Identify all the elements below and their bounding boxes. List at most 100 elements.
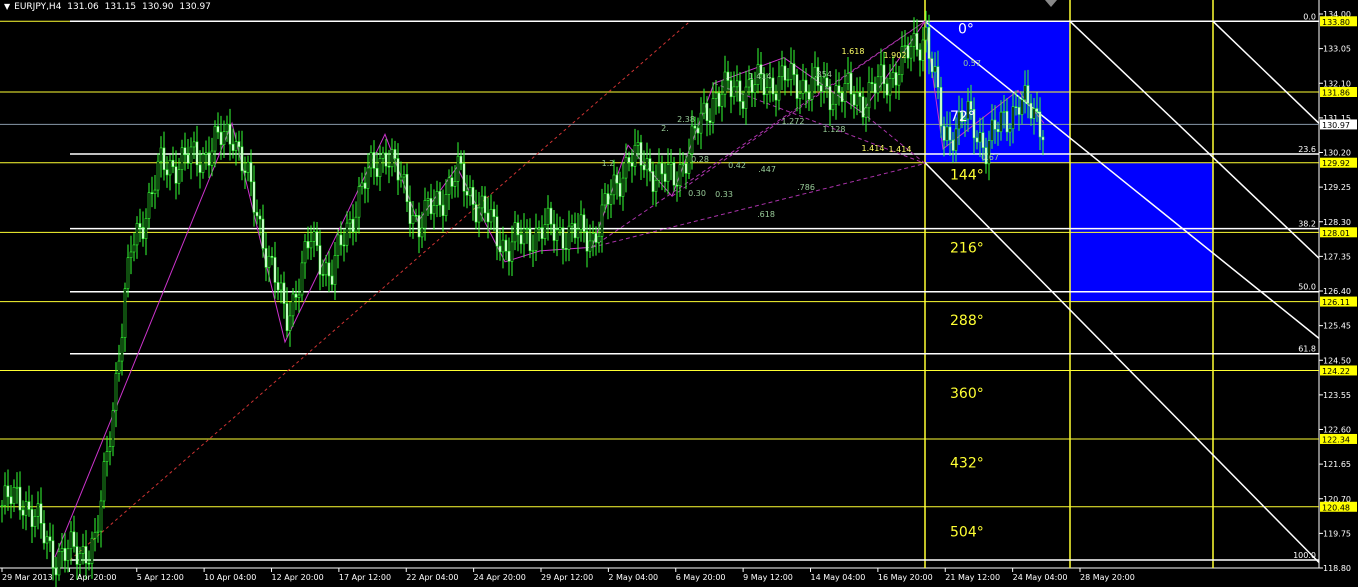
harmonic-ratio-19: 0.67	[981, 153, 999, 162]
candle-body-35	[105, 451, 109, 462]
candle-body-232	[696, 127, 700, 134]
candle-body-179	[537, 227, 541, 229]
candle-body-7	[21, 509, 25, 516]
candle-body-0	[0, 505, 4, 507]
candle-body-162	[486, 212, 490, 223]
candle-body-112	[336, 234, 340, 256]
candle-body-36	[108, 446, 112, 452]
candle-body-97	[291, 293, 295, 317]
candle-body-133	[399, 176, 403, 181]
candle-body-276	[828, 86, 832, 111]
candle-body-51	[153, 189, 157, 195]
candle-body-23	[69, 531, 73, 550]
candle-body-325	[975, 137, 979, 143]
candle-body-182	[546, 207, 550, 225]
candle-body-203	[609, 194, 613, 205]
candle-body-197	[591, 233, 595, 242]
x-tick-label-15: 24 May 04:00	[1013, 573, 1068, 582]
candle-body-335	[1005, 111, 1009, 133]
harmonic-ratio-5: 2.38	[677, 115, 695, 124]
candle-body-258	[774, 93, 778, 101]
candle-body-99	[297, 294, 301, 298]
candle-body-124	[372, 152, 376, 169]
candle-body-158	[474, 204, 478, 223]
candle-body-318	[954, 128, 958, 151]
candle-body-282	[846, 72, 850, 84]
candle-body-93	[279, 282, 283, 291]
candle-body-130	[390, 149, 394, 168]
candle-body-217	[651, 171, 655, 192]
y-tick-label-16: 118.80	[1323, 564, 1351, 573]
candle-body-235	[705, 102, 709, 121]
candle-body-82	[246, 161, 250, 173]
candle-body-118	[354, 216, 358, 233]
candle-body-302	[906, 45, 910, 59]
candle-body-341	[1023, 85, 1027, 101]
candle-body-208	[624, 157, 628, 179]
candle-body-192	[576, 228, 580, 239]
candle-body-344	[1032, 108, 1036, 119]
gann-angle-label-7: 504°	[950, 525, 984, 541]
candle-body-144	[432, 205, 436, 215]
candle-body-286	[858, 92, 862, 97]
candle-body-294	[882, 64, 886, 85]
candle-body-149	[447, 177, 451, 195]
candle-body-80	[240, 146, 244, 172]
candle-body-128	[384, 152, 388, 167]
candle-body-113	[339, 234, 343, 246]
candle-body-68	[204, 152, 208, 155]
candle-body-43	[129, 251, 133, 259]
candle-body-342	[1026, 85, 1030, 104]
y-tick-label-13: 121.65	[1323, 460, 1351, 469]
candle-body-265	[795, 74, 799, 99]
harmonic-ratio-15: 0.33	[715, 190, 733, 199]
y-tick-label-5: 129.25	[1323, 183, 1351, 192]
candle-body-181	[543, 224, 547, 239]
candle-body-25	[75, 546, 79, 565]
candle-body-52	[156, 160, 160, 191]
candle-body-336	[1008, 128, 1012, 133]
candle-body-343	[1029, 102, 1033, 119]
x-tick-label-0: 29 Mar 2013	[2, 573, 53, 582]
candle-body-299	[897, 74, 901, 86]
candle-body-21	[63, 548, 67, 561]
candle-body-66	[198, 164, 202, 173]
candle-body-41	[123, 288, 127, 338]
price-badge-4: 128.01	[1320, 227, 1357, 238]
candle-body-180	[540, 227, 544, 239]
candle-body-261	[783, 65, 787, 81]
candle-body-333	[999, 111, 1003, 133]
candle-body-216	[648, 158, 652, 172]
candle-body-12	[36, 503, 40, 517]
price-chart[interactable]: 0.023.638.250.061.8100.00°72°144°216°288…	[0, 0, 1358, 587]
candle-body-233	[699, 112, 703, 134]
price-badge-text-1: 131.86	[1322, 88, 1350, 97]
candle-body-136	[408, 201, 412, 224]
candle-body-289	[867, 82, 871, 109]
candle-body-183	[549, 207, 553, 225]
candle-body-75	[225, 123, 229, 132]
harmonic-ratio-8: 1.414	[862, 144, 885, 153]
candle-body-27	[81, 546, 85, 554]
candle-body-270	[810, 77, 814, 100]
candle-body-297	[891, 72, 895, 79]
candle-body-76	[228, 123, 232, 145]
candle-body-293	[879, 64, 883, 78]
gann-angle-label-2: 144°	[950, 167, 984, 183]
candle-body-109	[327, 262, 331, 277]
candle-body-280	[840, 92, 844, 102]
candle-body-176	[528, 228, 532, 252]
candle-body-273	[819, 85, 823, 92]
candle-body-83	[249, 161, 253, 183]
candle-body-218	[654, 179, 658, 192]
candle-body-229	[687, 153, 691, 174]
x-tick-label-10: 6 May 20:00	[676, 573, 726, 582]
candle-body-260	[780, 65, 784, 78]
candle-body-85	[255, 211, 259, 217]
candle-body-290	[870, 82, 874, 84]
candle-body-167	[501, 239, 505, 253]
candle-body-206	[618, 182, 622, 197]
candle-body-121	[363, 182, 367, 189]
symbol-dropdown-icon[interactable]: ▼	[4, 2, 10, 11]
harmonic-ratio-7: 1.128	[823, 125, 846, 134]
